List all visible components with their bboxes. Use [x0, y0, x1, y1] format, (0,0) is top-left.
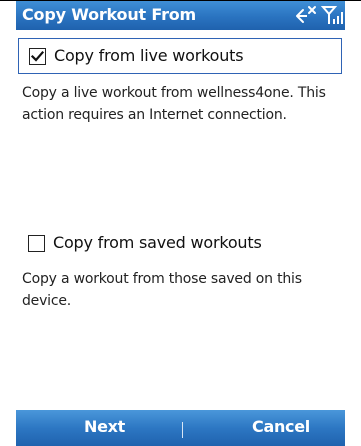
option-description-live: Copy a live workout from wellness4one. T… [22, 85, 326, 123]
checkbox-live[interactable] [29, 48, 46, 65]
softkey-divider [182, 422, 183, 438]
softkey-bar: Next Cancel [16, 410, 345, 446]
option-copy-saved[interactable]: Copy from saved workouts [18, 226, 342, 262]
signal-strength-icon [320, 4, 343, 26]
cancel-button[interactable]: Cancel [252, 417, 310, 436]
page-title: Copy Workout From [22, 5, 197, 24]
option-copy-live[interactable]: Copy from live workouts [18, 38, 342, 74]
option-description-saved: Copy a workout from those saved on this … [22, 271, 302, 309]
content-area: Copy from live workouts Copy a live work… [16, 30, 345, 410]
title-bar: Copy Workout From [16, 1, 345, 30]
option-label-saved: Copy from saved workouts [53, 233, 262, 252]
next-button[interactable]: Next [84, 417, 125, 436]
checkbox-saved[interactable] [28, 235, 45, 252]
screen: Copy Workout From Copy from live workout… [0, 0, 361, 446]
option-label-live: Copy from live workouts [54, 46, 244, 65]
check-icon [30, 50, 45, 62]
